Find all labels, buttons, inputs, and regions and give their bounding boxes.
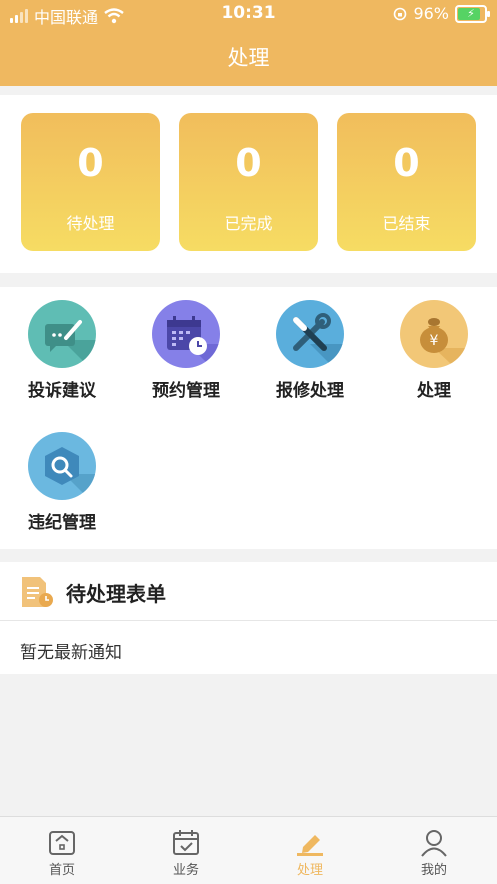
- grid-item-process[interactable]: ¥ 处理: [372, 287, 496, 401]
- tab-label: 处理: [296, 863, 323, 878]
- grid-item-label: 违纪管理: [28, 513, 96, 533]
- stat-card-closed[interactable]: 0 已结束: [337, 113, 476, 251]
- stat-label: 已结束: [382, 214, 431, 233]
- calendar-clock-icon: [152, 300, 220, 368]
- svg-text:¥: ¥: [430, 333, 439, 349]
- tab-home[interactable]: 首页: [0, 817, 124, 884]
- stat-card-completed[interactable]: 0 已完成: [179, 113, 318, 251]
- status-bar: 中国联通 10:31 96% ⚡: [0, 0, 497, 28]
- app-header: 中国联通 10:31 96% ⚡ 处理: [0, 0, 497, 86]
- stat-label: 待处理: [66, 214, 115, 233]
- grid-item-label: 投诉建议: [28, 381, 96, 401]
- empty-state-text: 暂无最新通知: [20, 643, 122, 663]
- pending-forms-section: 待处理表单 暂无最新通知: [0, 562, 497, 674]
- stat-label: 已完成: [224, 214, 273, 233]
- pending-forms-header: 待处理表单: [0, 562, 497, 621]
- grid-item-appointment[interactable]: 预约管理: [124, 287, 248, 401]
- stats-panel: 0 待处理 0 已完成 0 已结束: [0, 95, 497, 273]
- pen-icon: [297, 835, 323, 856]
- tab-label: 业务: [172, 863, 199, 878]
- search-hexagon-icon: [28, 432, 96, 500]
- wrench-screwdriver-icon: [276, 300, 344, 368]
- stat-value: 0: [77, 141, 104, 185]
- tab-process[interactable]: 处理: [248, 817, 372, 884]
- grid-item-discipline[interactable]: 违纪管理: [0, 419, 124, 533]
- section-title: 待处理表单: [66, 582, 166, 606]
- rotation-lock-icon: [394, 7, 407, 20]
- chat-pen-icon: [28, 300, 96, 368]
- tab-label: 我的: [420, 863, 447, 878]
- battery-percent: 96%: [413, 4, 449, 23]
- battery-icon: ⚡: [455, 4, 490, 23]
- document-clock-icon: [22, 577, 53, 607]
- stat-value: 0: [393, 141, 420, 185]
- grid-item-label: 处理: [417, 381, 451, 401]
- stat-value: 0: [235, 141, 262, 185]
- money-bag-icon: ¥: [400, 300, 468, 368]
- tab-business[interactable]: 业务: [124, 817, 248, 884]
- grid-item-repair[interactable]: 报修处理: [248, 287, 372, 401]
- bottom-tab-bar: 首页 业务 处理 我的: [0, 816, 497, 884]
- grid-item-label: 预约管理: [152, 381, 220, 401]
- grid-item-label: 报修处理: [276, 381, 344, 401]
- page-title: 处理: [227, 46, 270, 70]
- tab-label: 首页: [48, 863, 75, 878]
- user-icon: [421, 830, 447, 857]
- grid-item-complaint[interactable]: 投诉建议: [0, 287, 124, 401]
- calendar-check-icon: [173, 830, 199, 855]
- home-icon: [49, 831, 75, 855]
- function-grid: 投诉建议 预约管理 报修处理 ¥ 处理 违纪管理: [0, 287, 497, 549]
- tab-mine[interactable]: 我的: [372, 817, 496, 884]
- stat-card-pending[interactable]: 0 待处理: [21, 113, 160, 251]
